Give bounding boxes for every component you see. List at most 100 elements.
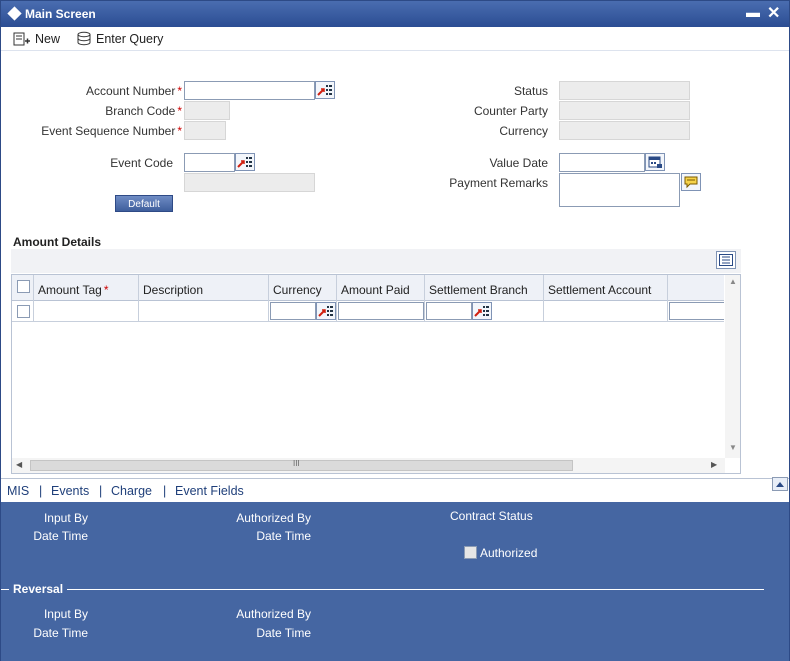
- tab-separator: |: [39, 484, 43, 498]
- scroll-down-icon[interactable]: ▼: [729, 443, 737, 452]
- payment-remarks-label: Payment Remarks: [449, 176, 548, 190]
- tab-charge[interactable]: Charge: [111, 484, 152, 498]
- column-amount-paid[interactable]: Amount Paid: [337, 275, 425, 301]
- reversal-authorized-by-label: Authorized By: [236, 607, 311, 621]
- value-date-label: Value Date: [489, 156, 548, 170]
- authorized-checkbox[interactable]: [464, 546, 477, 559]
- account-number-input[interactable]: [184, 81, 315, 100]
- account-number-label: Account Number *: [85, 84, 182, 98]
- window-title: Main Screen: [25, 7, 96, 21]
- new-label: New: [35, 32, 61, 46]
- list-of-values-icon: [318, 306, 333, 317]
- counter-party-input: [559, 101, 690, 120]
- status-input: [559, 81, 690, 100]
- reversal-input-by-label: Input By: [43, 607, 88, 621]
- title-bar: Main Screen ▬ ✕: [1, 1, 789, 27]
- extra-cell: [668, 301, 724, 322]
- input-by-label: Input By: [43, 511, 88, 525]
- description-cell[interactable]: [139, 301, 269, 322]
- value-date-input[interactable]: [559, 153, 645, 172]
- status-label: Status: [513, 84, 548, 98]
- event-code-input[interactable]: [184, 153, 235, 172]
- settlement-account-cell[interactable]: [544, 301, 668, 322]
- row-extra-input[interactable]: [669, 302, 724, 320]
- reversal-date-time-label: Date Time: [33, 626, 88, 640]
- horizontal-scroll-thumb[interactable]: III: [30, 459, 573, 471]
- row-settlement-branch-lov-button[interactable]: [472, 302, 492, 320]
- payment-remarks-expand-button[interactable]: [681, 173, 701, 191]
- reversal-title: Reversal: [13, 582, 64, 596]
- row-settlement-branch-input[interactable]: [426, 302, 472, 320]
- enter-query-button[interactable]: Enter Query: [76, 30, 163, 48]
- currency-cell: [269, 301, 337, 322]
- scroll-up-icon[interactable]: ▲: [729, 277, 737, 286]
- row-select-cell: [12, 301, 34, 322]
- column-settlement-branch[interactable]: Settlement Branch: [425, 275, 544, 301]
- select-all-cell: [12, 275, 34, 301]
- event-sequence-number-input[interactable]: [184, 121, 226, 140]
- list-of-values-icon: [317, 85, 332, 96]
- reversal-divider: [67, 589, 764, 590]
- amount-paid-cell: [337, 301, 425, 322]
- row-checkbox[interactable]: [17, 305, 30, 318]
- list-of-values-icon: [474, 306, 489, 317]
- amount-tag-cell[interactable]: [34, 301, 139, 322]
- amount-details-toolbar: [11, 249, 741, 273]
- column-description[interactable]: Description: [139, 275, 269, 301]
- event-sequence-number-label: Event Sequence Number *: [41, 124, 182, 138]
- horizontal-scrollbar[interactable]: ◀ III ▶: [12, 458, 725, 473]
- amount-details-title: Amount Details: [13, 235, 102, 249]
- authorized-date-time-label: Date Time: [256, 529, 311, 543]
- scroll-right-icon[interactable]: ▶: [711, 460, 717, 469]
- table-row: [12, 301, 724, 322]
- collapse-footer-button[interactable]: [772, 477, 788, 491]
- minimize-icon[interactable]: ▬: [746, 4, 760, 20]
- authorized-by-label: Authorized By: [236, 511, 311, 525]
- default-button[interactable]: Default: [115, 195, 173, 212]
- payment-remarks-input[interactable]: [559, 173, 680, 207]
- select-all-checkbox[interactable]: [17, 280, 30, 293]
- main-screen-window: Main Screen ▬ ✕ New Enter Query Account …: [0, 0, 790, 661]
- vertical-scrollbar[interactable]: ▲ ▼: [725, 275, 740, 458]
- counter-party-label: Counter Party: [473, 104, 548, 118]
- chevron-up-icon: [776, 481, 784, 487]
- calendar-icon: [648, 156, 662, 168]
- account-number-lov-button[interactable]: [315, 81, 335, 99]
- event-description-input: [184, 173, 315, 192]
- row-currency-input[interactable]: [270, 302, 316, 320]
- tab-events[interactable]: Events: [51, 484, 89, 498]
- grid-header-row: Amount Tag * Description Currency Amount …: [12, 275, 724, 301]
- date-time-label: Date Time: [33, 529, 88, 543]
- branch-code-label: Branch Code *: [105, 104, 182, 118]
- branch-code-input[interactable]: [184, 101, 230, 120]
- scroll-left-icon[interactable]: ◀: [16, 460, 22, 469]
- reversal-divider-left: [1, 589, 9, 590]
- row-currency-lov-button[interactable]: [316, 302, 336, 320]
- audit-footer: Input By Date Time Authorized By Date Ti…: [1, 502, 789, 661]
- value-date-calendar-button[interactable]: [645, 153, 665, 171]
- list-of-values-icon: [237, 157, 252, 168]
- contract-status-label: Contract Status: [450, 509, 533, 523]
- enter-query-label: Enter Query: [96, 32, 164, 46]
- reversal-authorized-date-time-label: Date Time: [256, 626, 311, 640]
- query-icon: [76, 31, 92, 47]
- new-button[interactable]: New: [13, 30, 60, 48]
- column-currency[interactable]: Currency: [269, 275, 337, 301]
- close-icon[interactable]: ✕: [767, 3, 780, 23]
- event-code-label: Event Code: [110, 156, 173, 170]
- column-amount-tag[interactable]: Amount Tag *: [34, 275, 139, 301]
- settlement-branch-cell: [425, 301, 544, 322]
- tab-mis[interactable]: MIS: [7, 484, 29, 498]
- amount-details-grid: Amount Tag * Description Currency Amount …: [11, 274, 741, 474]
- currency-input: [559, 121, 690, 140]
- tab-event-fields[interactable]: Event Fields: [175, 484, 244, 498]
- tab-separator: |: [163, 484, 167, 498]
- row-amount-paid-input[interactable]: [338, 302, 424, 320]
- authorized-label: Authorized: [480, 546, 538, 560]
- event-code-lov-button[interactable]: [235, 153, 255, 171]
- diamond-icon: [7, 6, 22, 21]
- new-document-icon: [13, 32, 31, 46]
- currency-label: Currency: [499, 124, 548, 138]
- column-settlement-account[interactable]: Settlement Account: [544, 275, 668, 301]
- grid-view-button[interactable]: [716, 251, 736, 269]
